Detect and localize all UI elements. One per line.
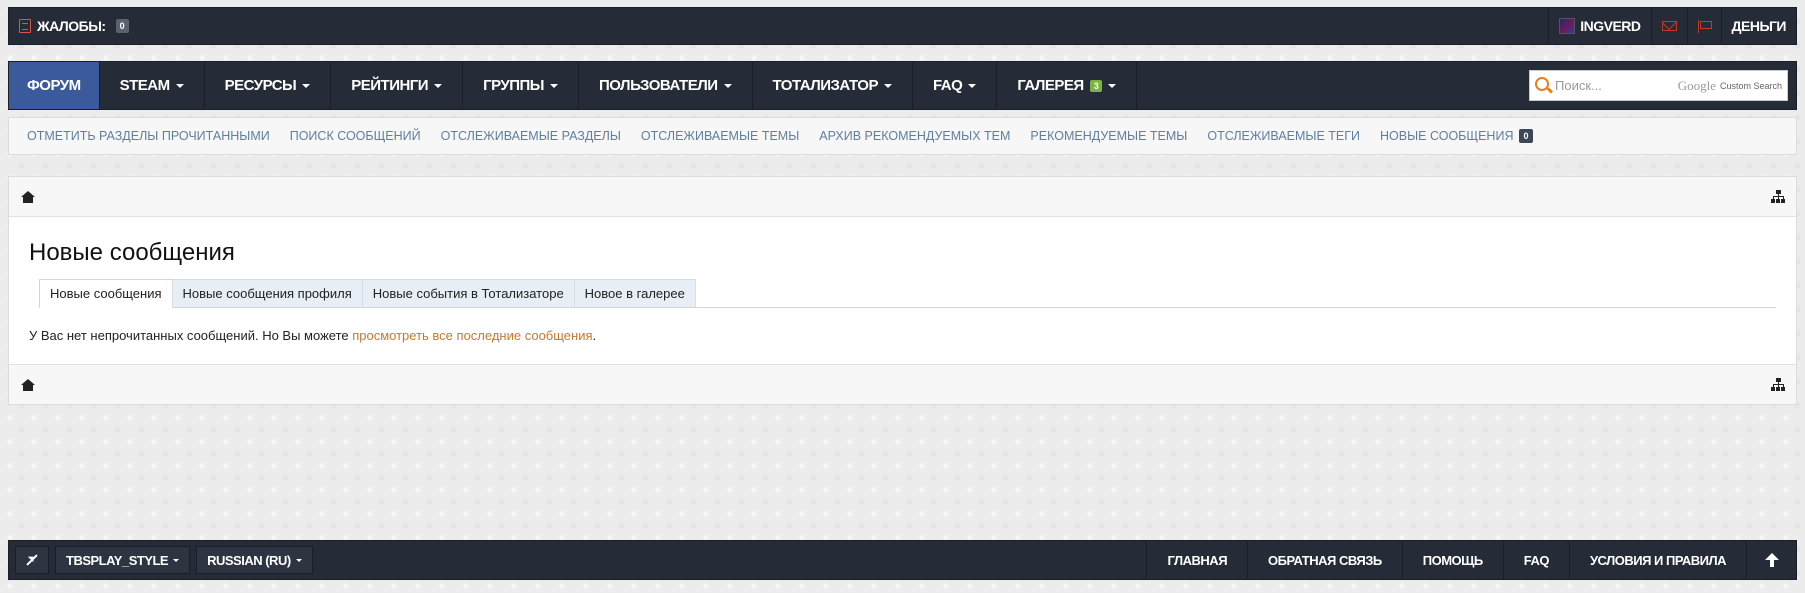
tab-gallery[interactable]: Галерея 3	[997, 62, 1138, 109]
search-box[interactable]: Google Custom Search	[1529, 70, 1788, 101]
footer-link-contact[interactable]: Обратная связь	[1247, 541, 1402, 579]
tab-new-profile-posts[interactable]: Новые сообщения профиля	[171, 279, 363, 307]
tab-label: Рейтинги	[351, 77, 429, 94]
top-bar: Жалобы: 0 Ingverd Деньги	[8, 7, 1797, 45]
subnav-featured-archive[interactable]: Архив рекомендуемых тем	[819, 129, 1010, 143]
tab-totalizator-events[interactable]: Новые события в Тотализаторе	[361, 279, 575, 307]
complaints-link[interactable]: Жалобы: 0	[9, 8, 129, 44]
home-icon[interactable]	[21, 378, 35, 391]
chevron-down-icon	[434, 83, 443, 88]
alerts-button[interactable]	[1686, 8, 1721, 44]
breadcrumb-bottom	[9, 364, 1796, 404]
subnav-watched-forums[interactable]: Отслеживаемые разделы	[441, 129, 621, 143]
gallery-count-badge: 3	[1089, 79, 1103, 92]
complaints-count-badge: 0	[115, 19, 129, 33]
money-link[interactable]: Деньги	[1720, 8, 1796, 44]
tab-resources[interactable]: Ресурсы	[205, 62, 332, 109]
language-chooser[interactable]: Russian (RU)	[196, 546, 313, 574]
custom-search-label: Custom Search	[1719, 80, 1782, 91]
arrow-up-icon	[1764, 553, 1779, 567]
subnav-watched-threads[interactable]: Отслеживаемые темы	[641, 129, 799, 143]
style-chooser[interactable]: TBSPlay_Style	[55, 546, 191, 574]
money-label: Деньги	[1731, 18, 1787, 34]
scroll-top-button[interactable]	[1746, 541, 1796, 579]
search-icon	[1535, 77, 1549, 91]
chevron-down-icon	[295, 558, 302, 562]
envelope-icon	[1661, 21, 1677, 31]
style-chooser-label: TBSPlay_Style	[66, 552, 169, 568]
search-input[interactable]	[1555, 78, 1667, 93]
tab-forum[interactable]: Форум	[9, 62, 100, 109]
view-recent-posts-link[interactable]: просмотреть все последние сообщения	[352, 328, 592, 343]
tab-steam[interactable]: Steam	[100, 62, 205, 109]
message-suffix: .	[592, 328, 597, 343]
tab-new-posts[interactable]: Новые сообщения	[39, 279, 173, 308]
tab-label: Пользователи	[598, 77, 718, 94]
chevron-down-icon	[173, 558, 180, 562]
chevron-down-icon	[549, 83, 558, 88]
main-nav: Форум Steam Ресурсы Рейтинги Группы Поль…	[8, 61, 1797, 110]
avatar	[1559, 18, 1576, 34]
tab-faq[interactable]: FAQ	[913, 62, 998, 109]
footer-link-terms[interactable]: Условия и правила	[1568, 541, 1746, 579]
conversations-button[interactable]	[1650, 8, 1687, 44]
content-tabs: Новые сообщения Новые сообщения профиля …	[39, 279, 1776, 308]
tab-label: Галерея	[1017, 77, 1084, 94]
subnav-new-posts[interactable]: Новые сообщения 0	[1380, 129, 1533, 143]
tab-totalizator[interactable]: Тотализатор	[753, 62, 913, 109]
tab-users[interactable]: Пользователи	[579, 62, 753, 109]
footer-link-faq[interactable]: FAQ	[1502, 541, 1569, 579]
chevron-down-icon	[968, 83, 977, 88]
new-posts-count-badge: 0	[1519, 129, 1533, 143]
home-icon[interactable]	[21, 190, 35, 203]
footer: TBSPlay_Style Russian (RU) Главная Обрат…	[8, 540, 1797, 580]
tab-label: Steam	[119, 77, 171, 94]
message-text: У Вас нет непрочитанных сообщений. Но Вы…	[29, 328, 353, 343]
sitemap-icon[interactable]	[1771, 190, 1786, 203]
chevron-down-icon	[723, 83, 732, 88]
chevron-down-icon	[302, 83, 311, 88]
tab-label: Тотализатор	[772, 77, 879, 94]
breadcrumb	[9, 177, 1796, 217]
chevron-down-icon	[175, 83, 184, 88]
no-unread-message: У Вас нет непрочитанных сообщений. Но Вы…	[29, 328, 1796, 343]
subnav-new-posts-label: Новые сообщения	[1380, 129, 1514, 143]
google-label: Google	[1677, 77, 1716, 93]
complaints-label: Жалобы:	[37, 18, 106, 34]
tab-label: FAQ	[932, 77, 963, 94]
sub-nav: Отметить разделы прочитанными Поиск сооб…	[8, 117, 1797, 155]
username: Ingverd	[1580, 18, 1641, 34]
tab-label: Форум	[27, 77, 81, 94]
subnav-search-messages[interactable]: Поиск сообщений	[290, 129, 421, 143]
collapse-button[interactable]	[15, 546, 49, 574]
footer-link-help[interactable]: Помощь	[1401, 541, 1503, 579]
footer-link-home[interactable]: Главная	[1146, 541, 1247, 579]
flag-icon	[1697, 19, 1712, 33]
tab-label: Группы	[483, 77, 544, 94]
chevron-down-icon	[1108, 83, 1117, 88]
subnav-mark-read[interactable]: Отметить разделы прочитанными	[27, 129, 270, 143]
chevron-down-icon	[883, 83, 892, 88]
page-title: Новые сообщения	[29, 239, 235, 266]
tab-gallery-new[interactable]: Новое в галерее	[573, 279, 696, 307]
tab-ratings[interactable]: Рейтинги	[331, 62, 464, 109]
collapse-icon	[26, 554, 38, 566]
language-chooser-label: Russian (RU)	[207, 552, 291, 568]
subnav-featured-threads[interactable]: Рекомендуемые темы	[1030, 129, 1187, 143]
content-panel: Новые сообщения Новые сообщения Новые со…	[8, 176, 1797, 405]
tab-label: Ресурсы	[224, 77, 297, 94]
complaints-icon	[19, 19, 31, 33]
sitemap-icon[interactable]	[1771, 378, 1786, 391]
tab-groups[interactable]: Группы	[463, 62, 579, 109]
subnav-watched-tags[interactable]: Отслеживаемые теги	[1207, 129, 1360, 143]
user-menu[interactable]: Ingverd	[1548, 8, 1650, 44]
